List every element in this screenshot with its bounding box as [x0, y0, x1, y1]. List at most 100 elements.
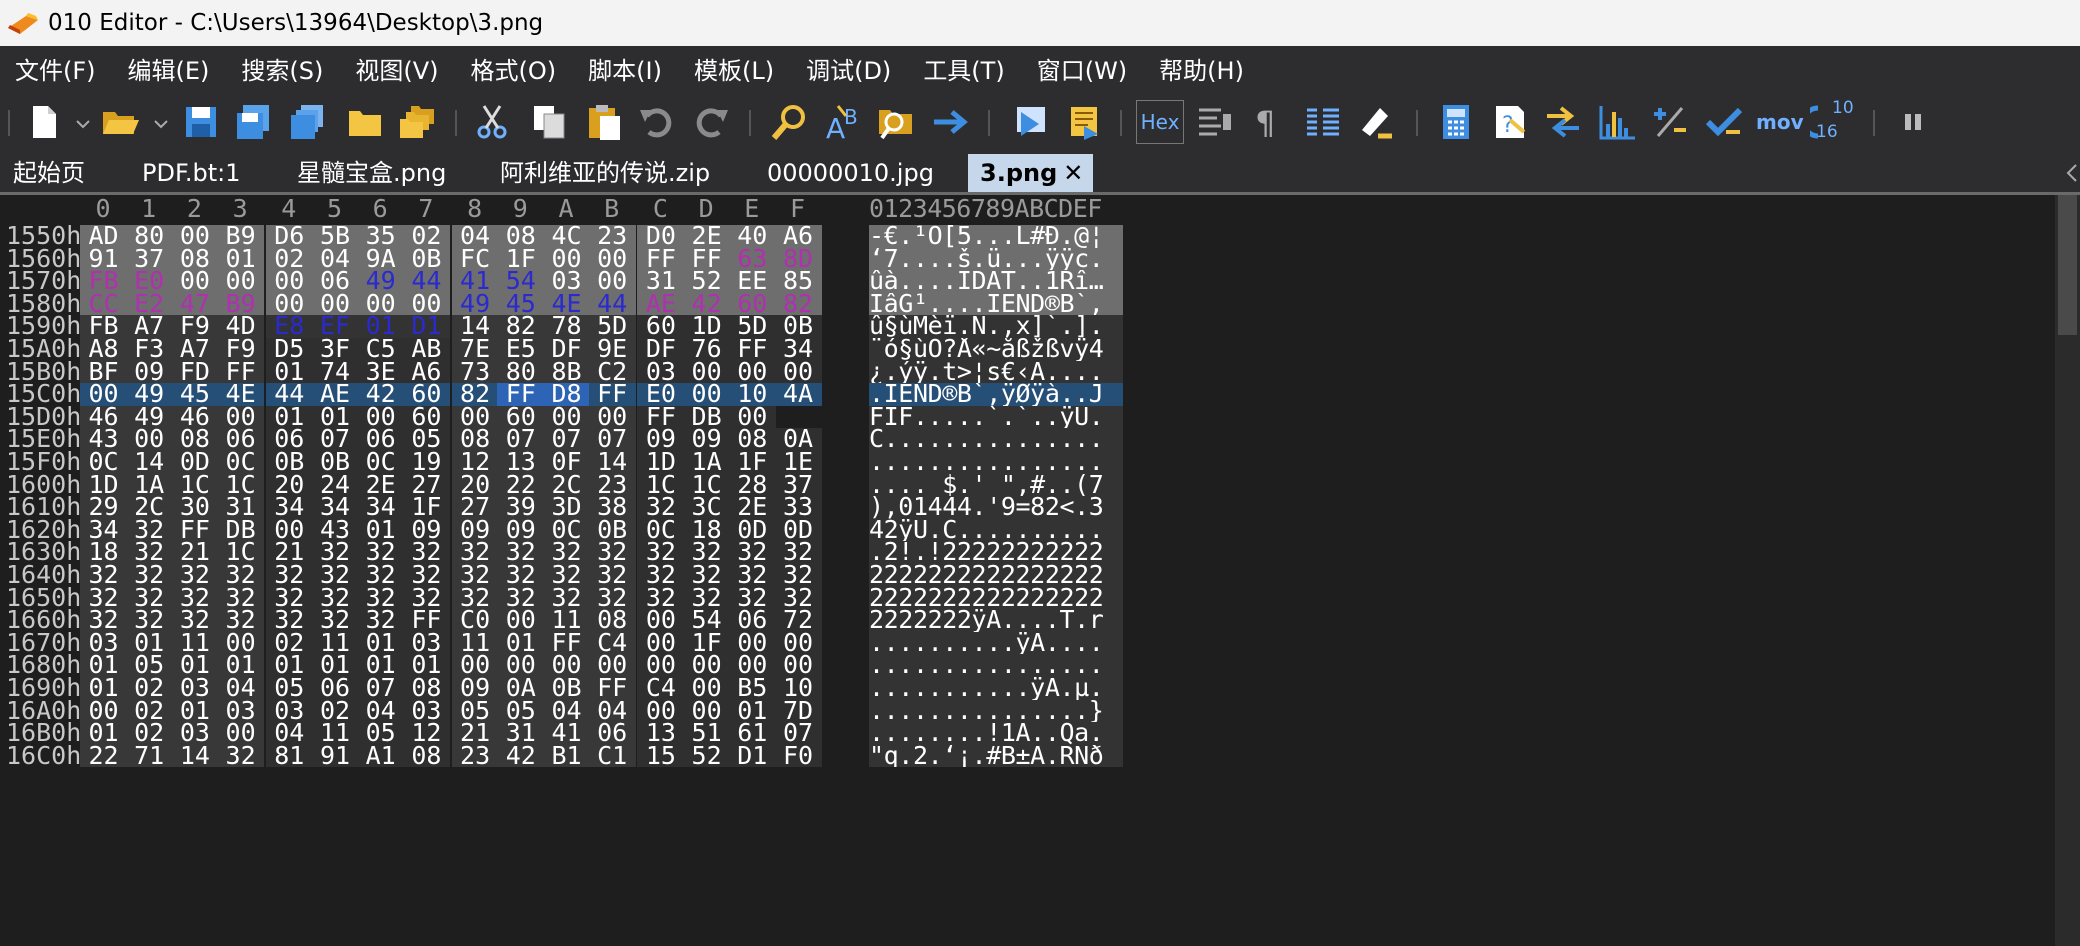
ascii-text[interactable]: .2!.!22222222222 — [869, 541, 1123, 564]
tab-pdf-bt[interactable]: PDF.bt:1 — [142, 154, 241, 192]
cut-icon[interactable] — [472, 102, 512, 142]
ascii-text[interactable]: "q.2.‘¡.#B±Á.RÑð — [869, 744, 1123, 768]
ascii-text[interactable]: ¨ó§ùÕ?Å«~åßžßvÿ4 — [869, 338, 1123, 361]
find-in-files-icon[interactable] — [876, 102, 916, 142]
hex-byte[interactable]: 15 — [637, 743, 685, 768]
hex-byte[interactable]: B1 — [543, 743, 590, 768]
ascii-text[interactable]: ................ — [869, 451, 1123, 474]
open-workspace-icon[interactable] — [345, 102, 385, 142]
tab-scroll-left-icon[interactable] — [2064, 162, 2080, 184]
menu-view[interactable]: 视图(V) — [340, 51, 455, 86]
ascii-text[interactable]: ûà....IDAT..1Rî… — [869, 270, 1123, 293]
new-file-icon[interactable] — [24, 102, 64, 142]
base-converter-icon[interactable]: ? — [1490, 102, 1530, 142]
calculator-icon[interactable] — [1436, 102, 1476, 142]
ascii-text[interactable]: C............... — [869, 428, 1123, 451]
menu-search[interactable]: 搜索(S) — [226, 51, 340, 86]
hex-byte[interactable]: 81 — [265, 743, 313, 768]
checksum-icon[interactable] — [1650, 102, 1690, 142]
replace-icon[interactable]: AB — [824, 102, 864, 142]
ascii-text[interactable]: ..........ÿÄ.... — [869, 631, 1123, 655]
hex-byte[interactable]: 32 — [217, 743, 265, 768]
tab-3-png[interactable]: 3.png ✕ — [968, 154, 1094, 192]
copy-icon[interactable] — [529, 102, 569, 142]
compare-icon[interactable] — [1543, 102, 1583, 142]
ascii-text[interactable]: ...........ÿÄ.µ. — [869, 677, 1123, 700]
ascii-text[interactable]: ‘7....š.ü...ÿÿc. — [869, 247, 1123, 271]
hex-byte[interactable]: F0 — [774, 743, 822, 768]
ascii-text[interactable]: 2222222222222222 — [869, 564, 1123, 587]
run-template-icon[interactable] — [1064, 102, 1104, 142]
ascii-text[interactable]: .... $.' ",#..(7 — [869, 473, 1123, 497]
hex-byte[interactable]: 71 — [125, 743, 173, 768]
open-dropdown-icon[interactable] — [154, 118, 168, 130]
ascii-text[interactable]: 2222222ÿÀ....T.r — [869, 609, 1123, 632]
hex-byte[interactable]: A1 — [357, 743, 405, 768]
hex-byte[interactable]: 91 — [311, 743, 359, 768]
tab-start-page[interactable]: 起始页 — [13, 154, 85, 192]
tab-close-icon[interactable]: ✕ — [1063, 159, 1083, 187]
hex-mode-icon[interactable]: Hex — [1136, 100, 1184, 144]
ascii-text[interactable]: FIF.....`.`..ÿÛ. — [869, 405, 1123, 429]
hex-byte[interactable]: D1 — [728, 743, 776, 768]
menu-template[interactable]: 模板(L) — [679, 51, 791, 86]
ascii-text[interactable]: .IEND®B`‚ÿØÿà..J — [869, 383, 1123, 406]
run-script-icon[interactable] — [1011, 102, 1051, 142]
save-icon[interactable] — [181, 102, 221, 142]
open-folder-icon[interactable] — [100, 102, 140, 142]
highlight-icon[interactable] — [1356, 102, 1396, 142]
ascii-text[interactable]: 2222222222222222 — [869, 586, 1123, 610]
find-icon[interactable] — [769, 102, 809, 142]
tab-xingsui-png[interactable]: 星髓宝盒.png — [297, 154, 446, 192]
vertical-scrollbar[interactable] — [2055, 195, 2080, 946]
verify-icon[interactable] — [1704, 102, 1744, 142]
convert-base-icon[interactable]: 10 16 — [1810, 98, 1858, 142]
hex-byte[interactable]: 42 — [497, 743, 545, 768]
show-paragraph-icon[interactable]: ¶ — [1249, 102, 1289, 142]
hex-byte[interactable]: C1 — [588, 743, 636, 768]
menu-file[interactable]: 文件(F) — [0, 51, 113, 86]
goto-icon[interactable] — [930, 102, 970, 142]
menu-debug[interactable]: 调试(D) — [791, 51, 908, 86]
ascii-text[interactable]: 42ÿÛ.C.......... — [869, 518, 1123, 542]
tab-00000010-jpg[interactable]: 00000010.jpg — [767, 154, 934, 192]
save-as-icon[interactable] — [233, 102, 273, 142]
hex-byte[interactable]: 23 — [451, 743, 499, 768]
hex-byte[interactable]: 14 — [171, 743, 219, 768]
columns-icon[interactable] — [1303, 102, 1343, 142]
hex-operations-icon[interactable]: mov — [1756, 102, 1804, 142]
menu-tools[interactable]: 工具(T) — [908, 51, 1021, 86]
column-header-9: 9 — [512, 195, 528, 223]
tab-label: 星髓宝盒.png — [297, 159, 447, 187]
column-header-0: 0 — [95, 195, 111, 223]
ascii-text[interactable]: -€.¹Ö[5...L#Ð.@¦ — [869, 225, 1123, 248]
edit-as-icon[interactable] — [1195, 102, 1235, 142]
hex-editor-view[interactable]: 0123456789ABCDEF 0123456789ABCDEF 1550h:… — [0, 195, 2055, 946]
menu-script[interactable]: 脚本(I) — [573, 51, 679, 86]
menu-format[interactable]: 格式(O) — [456, 51, 574, 86]
ascii-text[interactable]: ........!1A..Qa. — [869, 722, 1123, 745]
hex-byte[interactable]: 08 — [402, 743, 450, 768]
open-multiple-icon[interactable] — [397, 102, 437, 142]
new-file-dropdown-icon[interactable] — [76, 118, 90, 130]
ascii-text[interactable]: ................ — [869, 654, 1123, 677]
undo-icon[interactable] — [637, 102, 677, 142]
menu-help[interactable]: 帮助(H) — [1144, 51, 1261, 86]
ascii-text[interactable]: ÌâG¹....IEND®B`‚ — [869, 292, 1123, 316]
ascii-text[interactable]: û§ùMèï.Ñ.‚x]`.]. — [869, 315, 1123, 338]
redo-icon[interactable] — [691, 102, 731, 142]
menu-window[interactable]: 窗口(W) — [1022, 51, 1144, 86]
save-all-icon[interactable] — [287, 102, 327, 142]
paste-icon[interactable] — [585, 102, 625, 142]
ascii-text[interactable]: ...............} — [869, 699, 1123, 723]
hex-byte[interactable]: 52 — [683, 743, 731, 768]
histogram-icon[interactable] — [1597, 102, 1637, 142]
ascii-text[interactable]: ),01444.'9=82<.3 — [869, 496, 1123, 519]
scrollbar-thumb[interactable] — [2058, 195, 2077, 335]
tab-aliweiya-zip[interactable]: 阿利维亚的传说.zip — [500, 154, 710, 192]
ascii-text[interactable]: ¿.ýÿ.t>¦s€‹Â.... — [869, 360, 1123, 384]
hex-byte[interactable]: 22 — [80, 743, 127, 768]
pause-icon[interactable] — [1893, 102, 1933, 142]
hex-byte[interactable]: 4A — [774, 381, 822, 406]
menu-edit[interactable]: 编辑(E) — [113, 51, 227, 86]
